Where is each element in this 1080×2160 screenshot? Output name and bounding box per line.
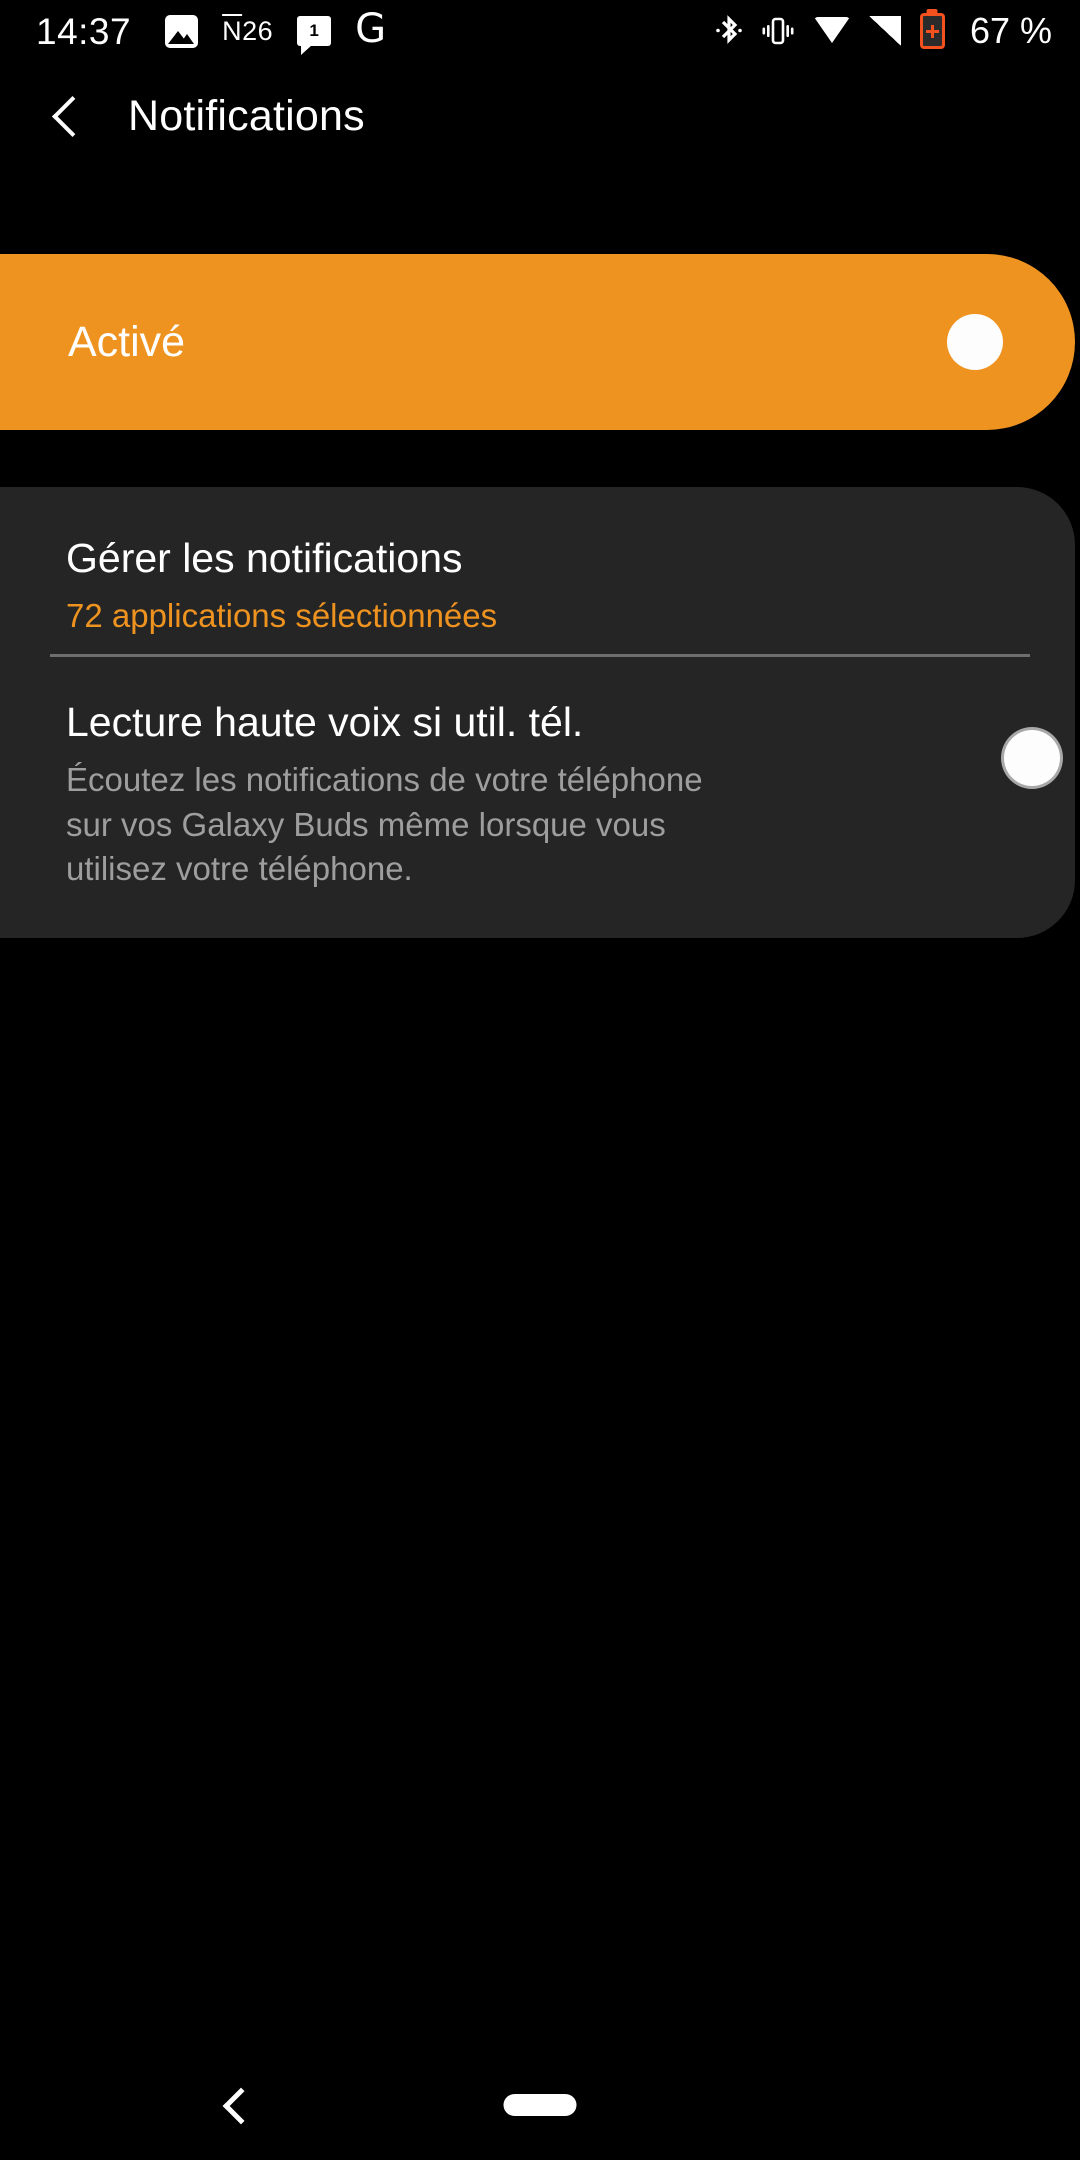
app-bar: Notifications: [0, 62, 1080, 170]
toggle-knob: [947, 314, 1003, 370]
back-button-icon[interactable]: [46, 96, 86, 136]
vibrate-icon: [761, 16, 795, 46]
message-count: 1: [309, 20, 319, 40]
row-divider: [50, 654, 1030, 657]
gallery-icon: [165, 14, 199, 48]
system-navigation-bar: [0, 2050, 1080, 2160]
n26-icon: N26: [222, 15, 274, 46]
page-title: Notifications: [128, 91, 365, 140]
read-aloud-title: Lecture haute voix si util. tél.: [66, 699, 584, 745]
notifications-settings-card: Gérer les notifications 72 applications …: [0, 487, 1075, 938]
status-bar-clock: 14:37: [36, 10, 132, 52]
battery-icon: [919, 13, 945, 49]
notifications-master-toggle[interactable]: [947, 314, 1003, 370]
status-bar-system-icons: 67 %: [716, 13, 1052, 49]
google-icon: G: [355, 6, 387, 52]
status-bar: 14:37 N26 1 G 67 %: [0, 0, 1080, 62]
read-aloud-row[interactable]: Lecture haute voix si util. tél. Écoutez…: [0, 677, 1075, 892]
manage-notifications-row[interactable]: Gérer les notifications 72 applications …: [0, 487, 1075, 638]
toggle-knob: [1004, 730, 1060, 786]
read-aloud-texts: Lecture haute voix si util. tél. Écoutez…: [66, 677, 716, 892]
wifi-icon: [813, 17, 850, 45]
status-bar-notification-icons: N26 1 G: [165, 6, 387, 55]
manage-notifications-title: Gérer les notifications: [66, 535, 463, 581]
battery-percentage: 67 %: [969, 10, 1052, 51]
nav-home-indicator[interactable]: [503, 2094, 577, 2116]
notifications-enable-card[interactable]: Activé: [0, 254, 1075, 430]
bluetooth-icon: [716, 14, 742, 48]
read-aloud-toggle[interactable]: [1004, 730, 1060, 786]
cellular-signal-icon: [868, 16, 901, 46]
enable-card-label: Activé: [68, 317, 186, 366]
nav-back-icon[interactable]: [218, 2088, 252, 2122]
message-icon: 1: [297, 16, 332, 55]
manage-notifications-subtitle: 72 applications sélectionnées: [66, 597, 498, 635]
read-aloud-description: Écoutez les notifications de votre télép…: [66, 761, 703, 888]
